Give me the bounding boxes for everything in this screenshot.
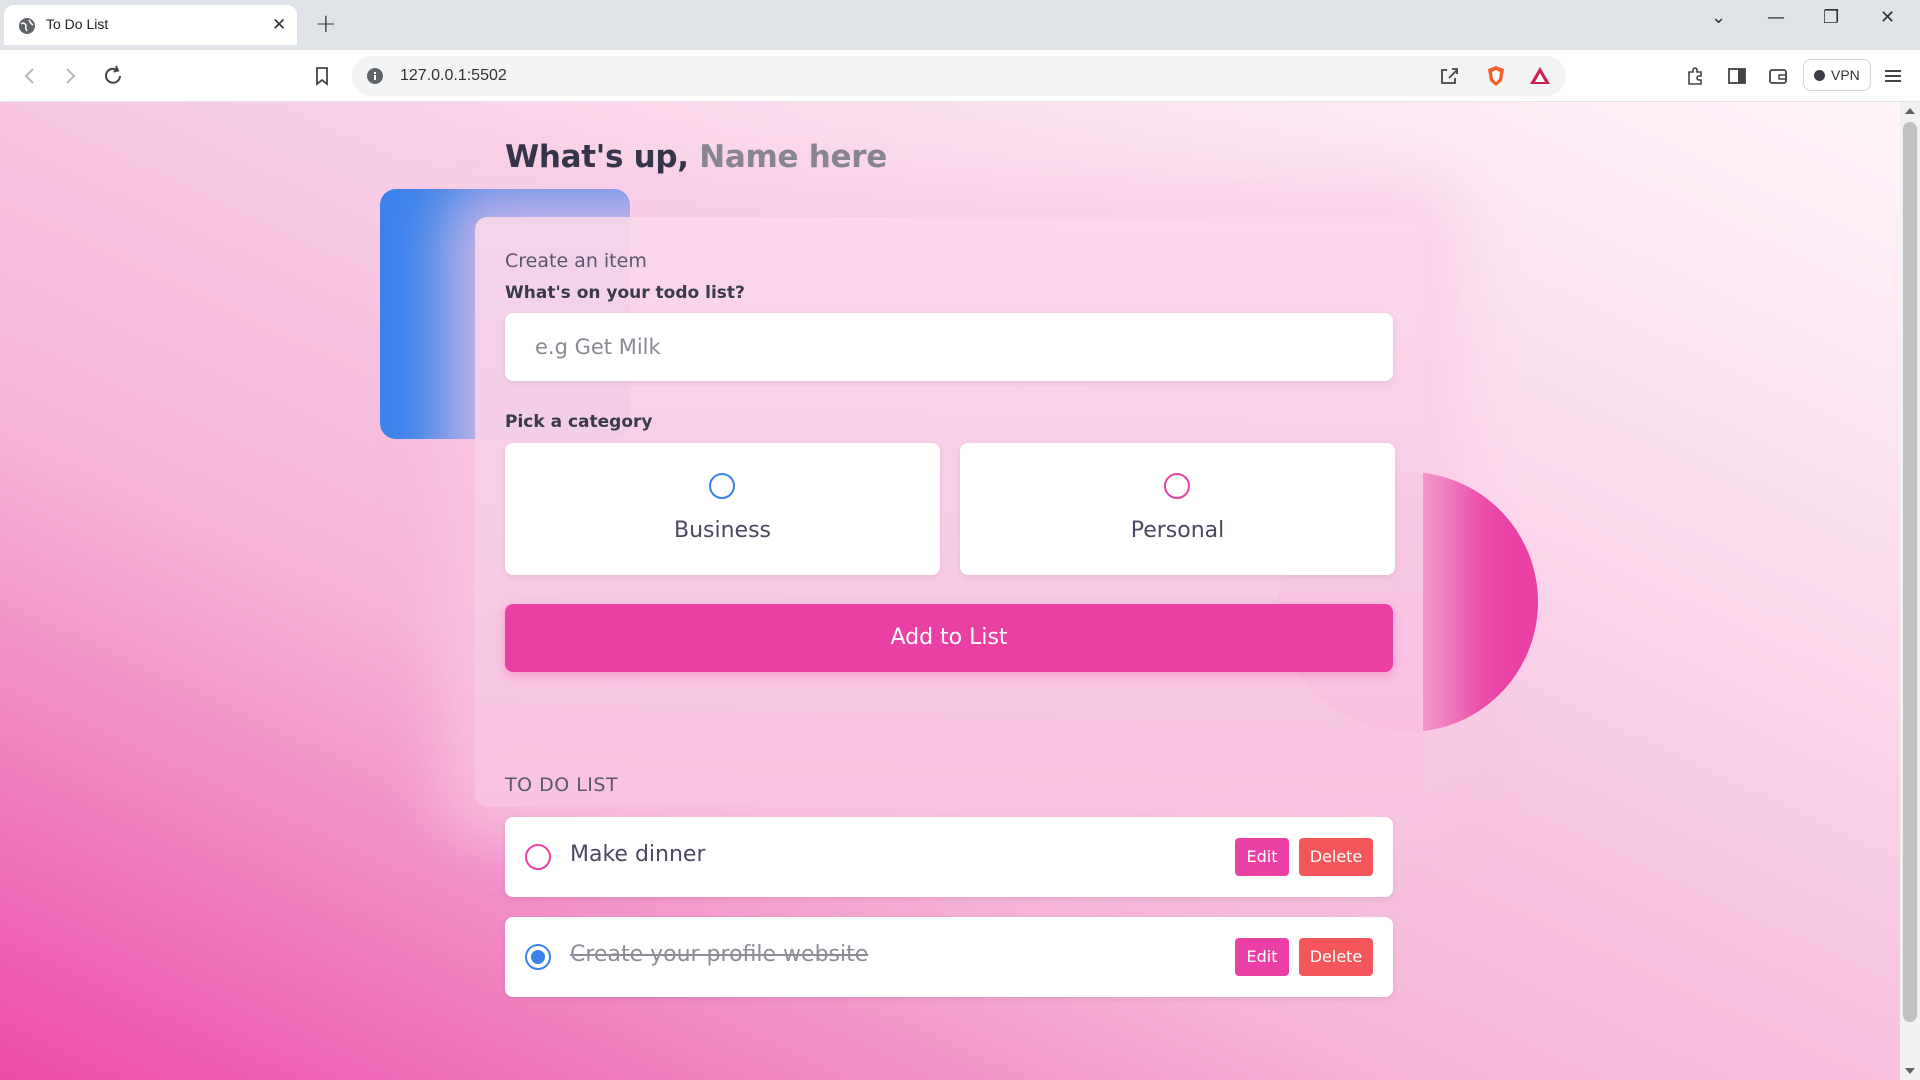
minimize-icon[interactable]: — — [1767, 8, 1785, 28]
browser-tab[interactable]: To Do List ✕ — [4, 5, 297, 45]
category-personal[interactable]: Personal — [960, 443, 1395, 575]
browser-toolbar: 127.0.0.1:5502 VPN — [0, 50, 1920, 102]
personal-radio-icon[interactable] — [1164, 473, 1190, 499]
site-info-icon[interactable] — [366, 67, 384, 85]
category-business[interactable]: Business — [505, 443, 940, 575]
extensions-icon[interactable] — [1683, 64, 1707, 88]
edit-button[interactable]: Edit — [1235, 938, 1289, 976]
add-to-list-button[interactable]: Add to List — [505, 604, 1393, 672]
edit-button[interactable]: Edit — [1235, 838, 1289, 876]
forward-icon[interactable] — [58, 64, 82, 88]
todo-checkbox-icon[interactable] — [525, 844, 551, 870]
address-bar[interactable]: 127.0.0.1:5502 — [352, 56, 1566, 96]
todo-text[interactable]: Make dinner — [570, 842, 706, 867]
business-radio-icon[interactable] — [709, 473, 735, 499]
scroll-thumb[interactable] — [1903, 122, 1917, 1022]
brave-rewards-icon[interactable] — [1528, 64, 1552, 88]
bookmark-icon[interactable] — [310, 64, 334, 88]
todo-input[interactable] — [505, 313, 1393, 381]
share-icon[interactable] — [1437, 64, 1461, 88]
user-name[interactable]: Name here — [699, 139, 887, 175]
globe-icon — [19, 18, 35, 34]
todo-text[interactable]: Create your profile website — [570, 942, 868, 967]
new-tab-button[interactable]: + — [315, 11, 337, 37]
window-close-icon[interactable]: ✕ — [1880, 8, 1895, 28]
business-label: Business — [673, 518, 771, 543]
category-label: Pick a category — [505, 412, 653, 432]
scroll-up-icon[interactable] — [1905, 108, 1915, 114]
page-scrollbar[interactable] — [1900, 102, 1920, 1080]
todo-item: Create your profile website Edit Delete — [505, 917, 1393, 997]
vpn-status-icon — [1814, 70, 1825, 81]
todo-question-label: What's on your todo list? — [505, 283, 745, 303]
brave-shield-icon[interactable] — [1484, 64, 1508, 88]
tab-close-icon[interactable]: ✕ — [272, 15, 286, 35]
reload-icon[interactable] — [101, 64, 125, 88]
wallet-icon[interactable] — [1766, 64, 1790, 88]
todo-list-title: TO DO LIST — [505, 774, 619, 796]
page-greeting: What's up, Name here — [505, 139, 887, 175]
delete-button[interactable]: Delete — [1299, 838, 1373, 876]
tab-title: To Do List — [46, 16, 109, 32]
delete-button[interactable]: Delete — [1299, 938, 1373, 976]
back-icon[interactable] — [18, 64, 42, 88]
sidebar-icon[interactable] — [1725, 64, 1749, 88]
create-item-label: Create an item — [505, 250, 647, 272]
vpn-button[interactable]: VPN — [1803, 59, 1871, 91]
tab-search-icon[interactable]: ⌄ — [1711, 8, 1726, 28]
url-text: 127.0.0.1:5502 — [400, 67, 507, 84]
greeting-text: What's up, — [505, 139, 689, 175]
page-viewport: What's up, Name here Create an item What… — [0, 102, 1900, 1080]
todo-checkbox-checked-icon[interactable] — [525, 944, 551, 970]
restore-icon[interactable]: ❐ — [1823, 8, 1839, 28]
tab-bar: To Do List ✕ + ⌄ — ❐ ✕ — [0, 0, 1920, 50]
todo-item: Make dinner Edit Delete — [505, 817, 1393, 897]
vpn-label: VPN — [1831, 67, 1860, 83]
personal-label: Personal — [1130, 518, 1225, 543]
scroll-down-icon[interactable] — [1905, 1068, 1915, 1074]
menu-icon[interactable] — [1881, 64, 1905, 88]
